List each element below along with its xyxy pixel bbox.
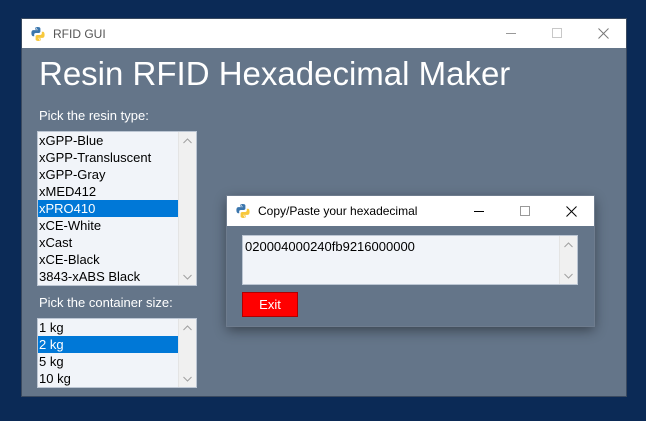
list-item[interactable]: xCast	[38, 234, 179, 251]
chevron-down-icon	[183, 376, 192, 382]
hex-dialog: Copy/Paste your hexadecimal 020004000240…	[227, 196, 594, 326]
page-title: Resin RFID Hexadecimal Maker	[39, 55, 511, 92]
scroll-down-button[interactable]	[560, 267, 577, 284]
hex-scrollbar[interactable]	[559, 236, 577, 284]
resin-listbox[interactable]: xGPP-Blue xGPP-Transluscent xGPP-Gray xMED4…	[37, 131, 197, 286]
chevron-up-icon	[183, 137, 192, 143]
close-icon	[597, 28, 609, 39]
minimize-icon	[473, 210, 484, 212]
scroll-down-button[interactable]	[179, 268, 196, 285]
scroll-up-button[interactable]	[560, 236, 577, 253]
dialog-title: Copy/Paste your hexadecimal	[258, 204, 418, 218]
list-item[interactable]: xGPP-Transluscent	[38, 149, 179, 166]
list-item[interactable]: xMED412	[38, 183, 179, 200]
close-button[interactable]	[580, 19, 626, 48]
maximize-icon	[551, 28, 562, 38]
scroll-down-button[interactable]	[179, 370, 196, 387]
maximize-icon	[519, 205, 530, 216]
dialog-minimize-button[interactable]	[456, 196, 502, 226]
list-item[interactable]: 2 kg	[38, 336, 179, 353]
python-icon	[235, 203, 251, 219]
chevron-up-icon	[183, 324, 192, 330]
list-item[interactable]: 10 kg	[38, 370, 179, 387]
python-icon	[30, 26, 46, 42]
list-item[interactable]: xPRO410	[38, 200, 179, 217]
main-titlebar[interactable]: RFID GUI	[22, 19, 626, 48]
resin-list-items: xGPP-Blue xGPP-Transluscent xGPP-Gray xMED4…	[38, 132, 179, 285]
list-item[interactable]: xCE-Black	[38, 251, 179, 268]
list-item[interactable]: xGPP-Gray	[38, 166, 179, 183]
maximize-button[interactable]	[534, 19, 580, 48]
minimize-icon	[505, 33, 516, 34]
list-item[interactable]: 5 kg	[38, 353, 179, 370]
resin-type-label: Pick the resin type:	[39, 108, 149, 123]
minimize-button[interactable]	[488, 19, 534, 48]
list-item[interactable]: 1 kg	[38, 319, 179, 336]
container-size-label: Pick the container size:	[39, 295, 173, 310]
chevron-up-icon	[564, 241, 573, 247]
container-list-items: 1 kg 2 kg 5 kg 10 kg	[38, 319, 179, 387]
main-window-title: RFID GUI	[53, 26, 106, 41]
scroll-up-button[interactable]	[179, 319, 196, 336]
close-icon	[565, 205, 577, 217]
hex-value[interactable]: 020004000240fb9216000000	[245, 239, 415, 254]
list-item[interactable]: xCE-White	[38, 217, 179, 234]
list-item[interactable]: xGPP-Blue	[38, 132, 179, 149]
container-listbox[interactable]: 1 kg 2 kg 5 kg 10 kg	[37, 318, 197, 388]
dialog-maximize-button[interactable]	[502, 196, 548, 226]
chevron-down-icon	[183, 274, 192, 280]
chevron-down-icon	[564, 273, 573, 279]
exit-button[interactable]: Exit	[242, 292, 298, 317]
hex-output-textbox[interactable]: 020004000240fb9216000000	[242, 235, 578, 285]
list-item[interactable]: 3843-xABS Black	[38, 268, 179, 285]
scroll-up-button[interactable]	[179, 132, 196, 149]
dialog-close-button[interactable]	[548, 196, 594, 226]
dialog-titlebar[interactable]: Copy/Paste your hexadecimal	[227, 196, 594, 226]
container-scrollbar[interactable]	[178, 319, 196, 387]
resin-scrollbar[interactable]	[178, 132, 196, 285]
